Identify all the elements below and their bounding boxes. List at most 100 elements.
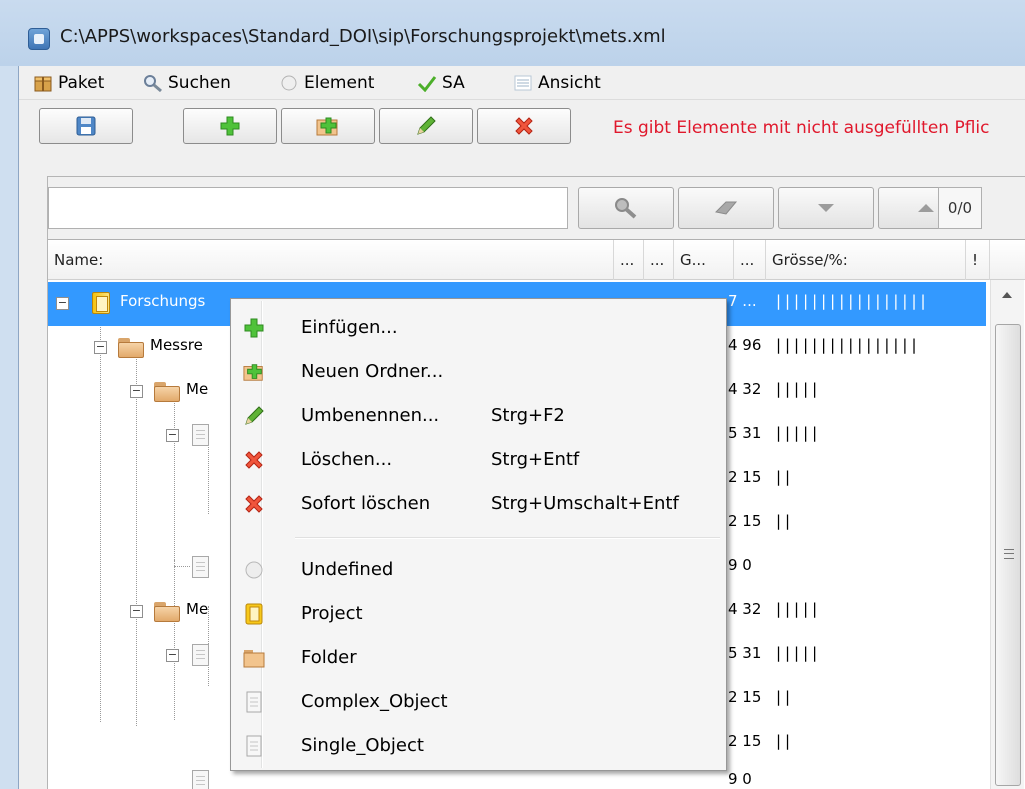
project-icon — [245, 603, 263, 625]
next-result-button[interactable] — [778, 187, 874, 229]
menu-item-undefined[interactable]: Undefined — [233, 549, 724, 591]
row-value: 2 15 — [728, 688, 762, 706]
menu-item-single-object[interactable]: Single_Object — [233, 725, 724, 767]
grip-icon — [1004, 549, 1014, 559]
vertical-scrollbar[interactable] — [990, 280, 1024, 789]
menu-item-shortcut: Strg+F2 — [491, 405, 565, 426]
size-bars: ||||||||||||||||| — [774, 292, 928, 310]
menu-separator — [295, 537, 720, 539]
menu-label: SA — [442, 73, 465, 93]
row-value: 4 32 — [728, 600, 762, 618]
menu-ansicht[interactable]: Ansicht — [513, 71, 601, 95]
search-counter: 0/0 — [938, 187, 982, 229]
pencil-icon — [245, 406, 264, 425]
row-value: 5 31 — [728, 424, 762, 442]
menu-item-label: Folder — [301, 647, 357, 668]
row-value: 2 15 — [728, 468, 762, 486]
table-header: Name: ... ... G... ... Grösse/%: ! — [48, 240, 1025, 280]
column-header[interactable]: ... — [734, 240, 766, 280]
list-view-icon — [514, 75, 532, 91]
document-icon — [192, 424, 209, 446]
menu-paket[interactable]: Paket — [33, 71, 104, 95]
scrollbar-thumb[interactable] — [995, 324, 1021, 786]
search-button[interactable] — [578, 187, 674, 229]
rename-button[interactable] — [379, 108, 473, 144]
menu-item-umbenennen[interactable]: Umbenennen... Strg+F2 — [233, 395, 724, 437]
search-input[interactable] — [48, 187, 568, 229]
document-icon — [192, 556, 209, 578]
circle-icon — [245, 561, 263, 579]
size-bars: ||||| — [774, 600, 820, 618]
menu-item-label: Single_Object — [301, 735, 424, 756]
package-icon — [34, 76, 52, 92]
collapse-icon[interactable]: − — [130, 385, 143, 398]
menu-item-label: Löschen... — [301, 449, 393, 470]
collapse-icon[interactable]: − — [166, 429, 179, 442]
menu-item-sofort-loeschen[interactable]: Sofort löschen Strg+Umschalt+Entf — [233, 483, 724, 525]
column-header-size[interactable]: Grösse/%: — [766, 240, 966, 280]
menu-bar: Paket Suchen Element SA Ansicht — [19, 66, 1025, 100]
window-title: C:\APPS\workspaces\Standard_DOI\sip\Fors… — [60, 26, 666, 47]
checkmark-icon — [417, 76, 437, 92]
row-value: 9 0 — [728, 556, 752, 574]
document-icon — [246, 735, 262, 757]
collapse-icon[interactable]: − — [166, 649, 179, 662]
collapse-icon[interactable]: − — [94, 341, 107, 354]
red-x-icon — [245, 451, 263, 469]
row-name: Forschungs — [120, 292, 206, 310]
red-x-icon — [245, 495, 263, 513]
new-folder-button[interactable] — [281, 108, 375, 144]
clear-search-button[interactable] — [678, 187, 774, 229]
folder-icon — [154, 382, 180, 402]
row-name: Me — [186, 600, 209, 618]
menu-item-complex-object[interactable]: Complex_Object — [233, 681, 724, 723]
size-bars: || — [774, 468, 793, 486]
menu-item-loeschen[interactable]: Löschen... Strg+Entf — [233, 439, 724, 481]
menu-item-label: Einfügen... — [301, 317, 398, 338]
menu-item-shortcut: Strg+Umschalt+Entf — [491, 493, 679, 514]
plus-icon — [244, 318, 264, 338]
menu-label: Paket — [58, 73, 105, 93]
pencil-icon — [417, 116, 436, 135]
search-icon — [144, 75, 162, 92]
menu-item-folder[interactable]: Folder — [233, 637, 724, 679]
collapse-icon[interactable]: − — [130, 605, 143, 618]
add-button[interactable] — [183, 108, 277, 144]
collapse-icon[interactable]: − — [56, 297, 69, 310]
tree-line — [174, 566, 190, 567]
new-folder-icon — [316, 117, 338, 136]
menu-item-label: Umbenennen... — [301, 405, 440, 426]
folder-icon — [118, 338, 144, 358]
menu-item-label: Sofort löschen — [301, 493, 431, 514]
context-menu: Einfügen... Neuen Ordner... Umbenennen..… — [230, 298, 727, 771]
chevron-up-icon — [918, 204, 934, 212]
title-bar[interactable]: C:\APPS\workspaces\Standard_DOI\sip\Fors… — [0, 0, 1025, 66]
menu-item-neuer-ordner[interactable]: Neuen Ordner... — [233, 351, 724, 393]
column-header[interactable]: ... — [614, 240, 644, 280]
project-icon — [92, 292, 110, 314]
delete-button[interactable] — [477, 108, 571, 144]
size-bars: |||||||||||||||| — [774, 336, 919, 354]
menu-label: Ansicht — [538, 73, 601, 93]
column-header[interactable]: ... — [644, 240, 674, 280]
column-header[interactable]: G... — [674, 240, 734, 280]
scroll-up-icon[interactable] — [1002, 292, 1012, 298]
menu-suchen[interactable]: Suchen — [143, 71, 231, 95]
search-icon — [615, 198, 637, 219]
menu-item-einfuegen[interactable]: Einfügen... — [233, 307, 724, 349]
row-value: 2 15 — [728, 732, 762, 750]
menu-sa[interactable]: SA — [417, 71, 465, 95]
validation-warning: Es gibt Elemente mit nicht ausgefüllten … — [613, 118, 990, 138]
menu-label: Suchen — [168, 73, 231, 93]
save-button[interactable] — [39, 108, 133, 144]
plus-icon — [220, 116, 240, 136]
menu-item-label: Undefined — [301, 559, 394, 580]
menu-item-project[interactable]: Project — [233, 593, 724, 635]
column-header-flag[interactable]: ! — [966, 240, 990, 280]
menu-element[interactable]: Element — [279, 71, 374, 95]
row-value: 9 0 — [728, 770, 752, 788]
row-value: 4 96 — [728, 336, 762, 354]
document-icon — [192, 644, 209, 666]
menu-item-label: Project — [301, 603, 363, 624]
column-header-name[interactable]: Name: — [48, 240, 614, 280]
